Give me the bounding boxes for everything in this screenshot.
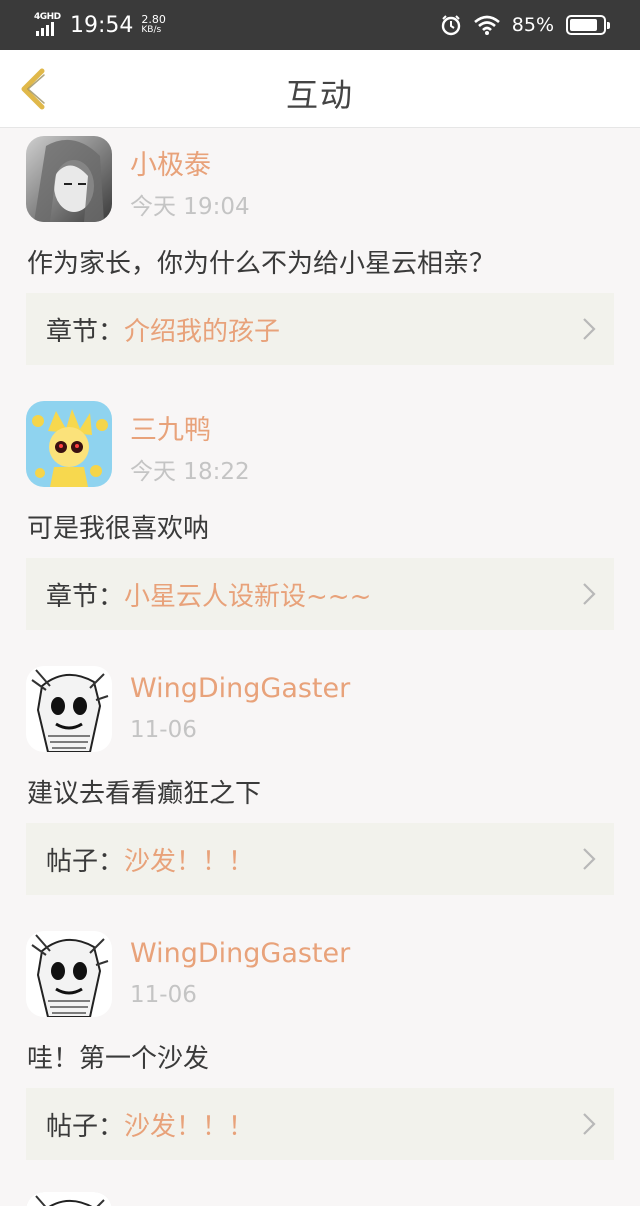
username[interactable]: 三九鸭	[130, 408, 211, 447]
avatar-image	[26, 666, 112, 752]
reference-type: 章节：	[46, 581, 125, 612]
battery-percent: 85%	[511, 14, 554, 36]
reference-link[interactable]: 章节： 介绍我的孩子	[26, 293, 614, 365]
reference-type: 章节：	[46, 316, 125, 347]
avatar-image	[26, 931, 112, 1017]
signal-icon: 4GHD	[34, 12, 62, 38]
reference-title: 介绍我的孩子	[124, 316, 281, 347]
chevron-right-icon	[583, 848, 596, 870]
chevron-right-icon	[583, 1113, 596, 1135]
status-time: 19:54	[70, 12, 134, 38]
username[interactable]: WingDingGaster	[130, 938, 350, 969]
avatar-image	[26, 136, 112, 222]
page-title: 互动	[285, 76, 354, 114]
avatar[interactable]	[26, 401, 112, 487]
timestamp: 今天 19:04	[130, 194, 250, 220]
comment-text: 建议去看看癫狂之下	[27, 779, 262, 809]
comment-text: 作为家长，你为什么不为给小星云相亲？	[27, 249, 496, 279]
nav-header: 互动	[0, 50, 640, 128]
username[interactable]: 小极泰	[130, 143, 211, 182]
reference-title: 小星云人设新设~~~	[124, 581, 372, 612]
list-item: 三九鸭 今天 18:22 可是我很喜欢呐 章节： 小星云人设新设~~~	[0, 394, 640, 659]
avatar[interactable]	[26, 136, 112, 222]
alarm-icon	[441, 15, 460, 36]
status-bar: 4GHD 19:54 2.80 KB/s 85%	[0, 0, 640, 50]
list-item: WingDingGaster 11-06 建议去看看癫狂之下 帖子： 沙发！！！	[0, 659, 640, 924]
interaction-list: 小极泰 今天 19:04 作为家长，你为什么不为给小星云相亲？ 章节： 介绍我的…	[0, 129, 640, 1189]
reference-link[interactable]: 章节： 小星云人设新设~~~	[26, 558, 614, 630]
reference-title: 沙发！！！	[124, 1111, 255, 1142]
avatar[interactable]	[26, 666, 112, 752]
timestamp: 11-06	[130, 717, 197, 743]
reference-title: 沙发！！！	[124, 846, 255, 877]
status-right: 85%	[440, 14, 610, 36]
battery-fill	[570, 19, 598, 31]
list-item: 小极泰 今天 19:04 作为家长，你为什么不为给小星云相亲？ 章节： 介绍我的…	[0, 129, 640, 394]
status-left: 4GHD 19:54 2.80 KB/s	[34, 12, 166, 38]
username[interactable]: WingDingGaster	[130, 673, 350, 704]
reference-type: 帖子：	[46, 846, 125, 877]
comment-text: 哇！第一个沙发	[27, 1044, 210, 1074]
reference-link[interactable]: 帖子： 沙发！！！	[26, 1088, 614, 1160]
avatar-image	[26, 401, 112, 487]
avatar[interactable]	[26, 931, 112, 1017]
chevron-right-icon	[583, 583, 596, 605]
wifi-icon	[473, 15, 500, 35]
network-type: 4GHD	[34, 12, 61, 22]
reference-link[interactable]: 帖子： 沙发！！！	[26, 823, 614, 895]
network-speed: 2.80 KB/s	[141, 13, 166, 35]
timestamp: 11-06	[130, 982, 197, 1008]
list-item: WingDingGaster 11-06 哇！第一个沙发 帖子： 沙发！！！	[0, 924, 640, 1189]
avatar[interactable]	[26, 1192, 112, 1206]
reference-type: 帖子：	[46, 1111, 125, 1142]
comment-text: 可是我很喜欢呐	[27, 514, 210, 544]
battery-icon	[566, 15, 610, 35]
chevron-right-icon	[583, 318, 596, 340]
timestamp: 今天 18:22	[130, 459, 250, 485]
avatar-image	[26, 1192, 112, 1206]
